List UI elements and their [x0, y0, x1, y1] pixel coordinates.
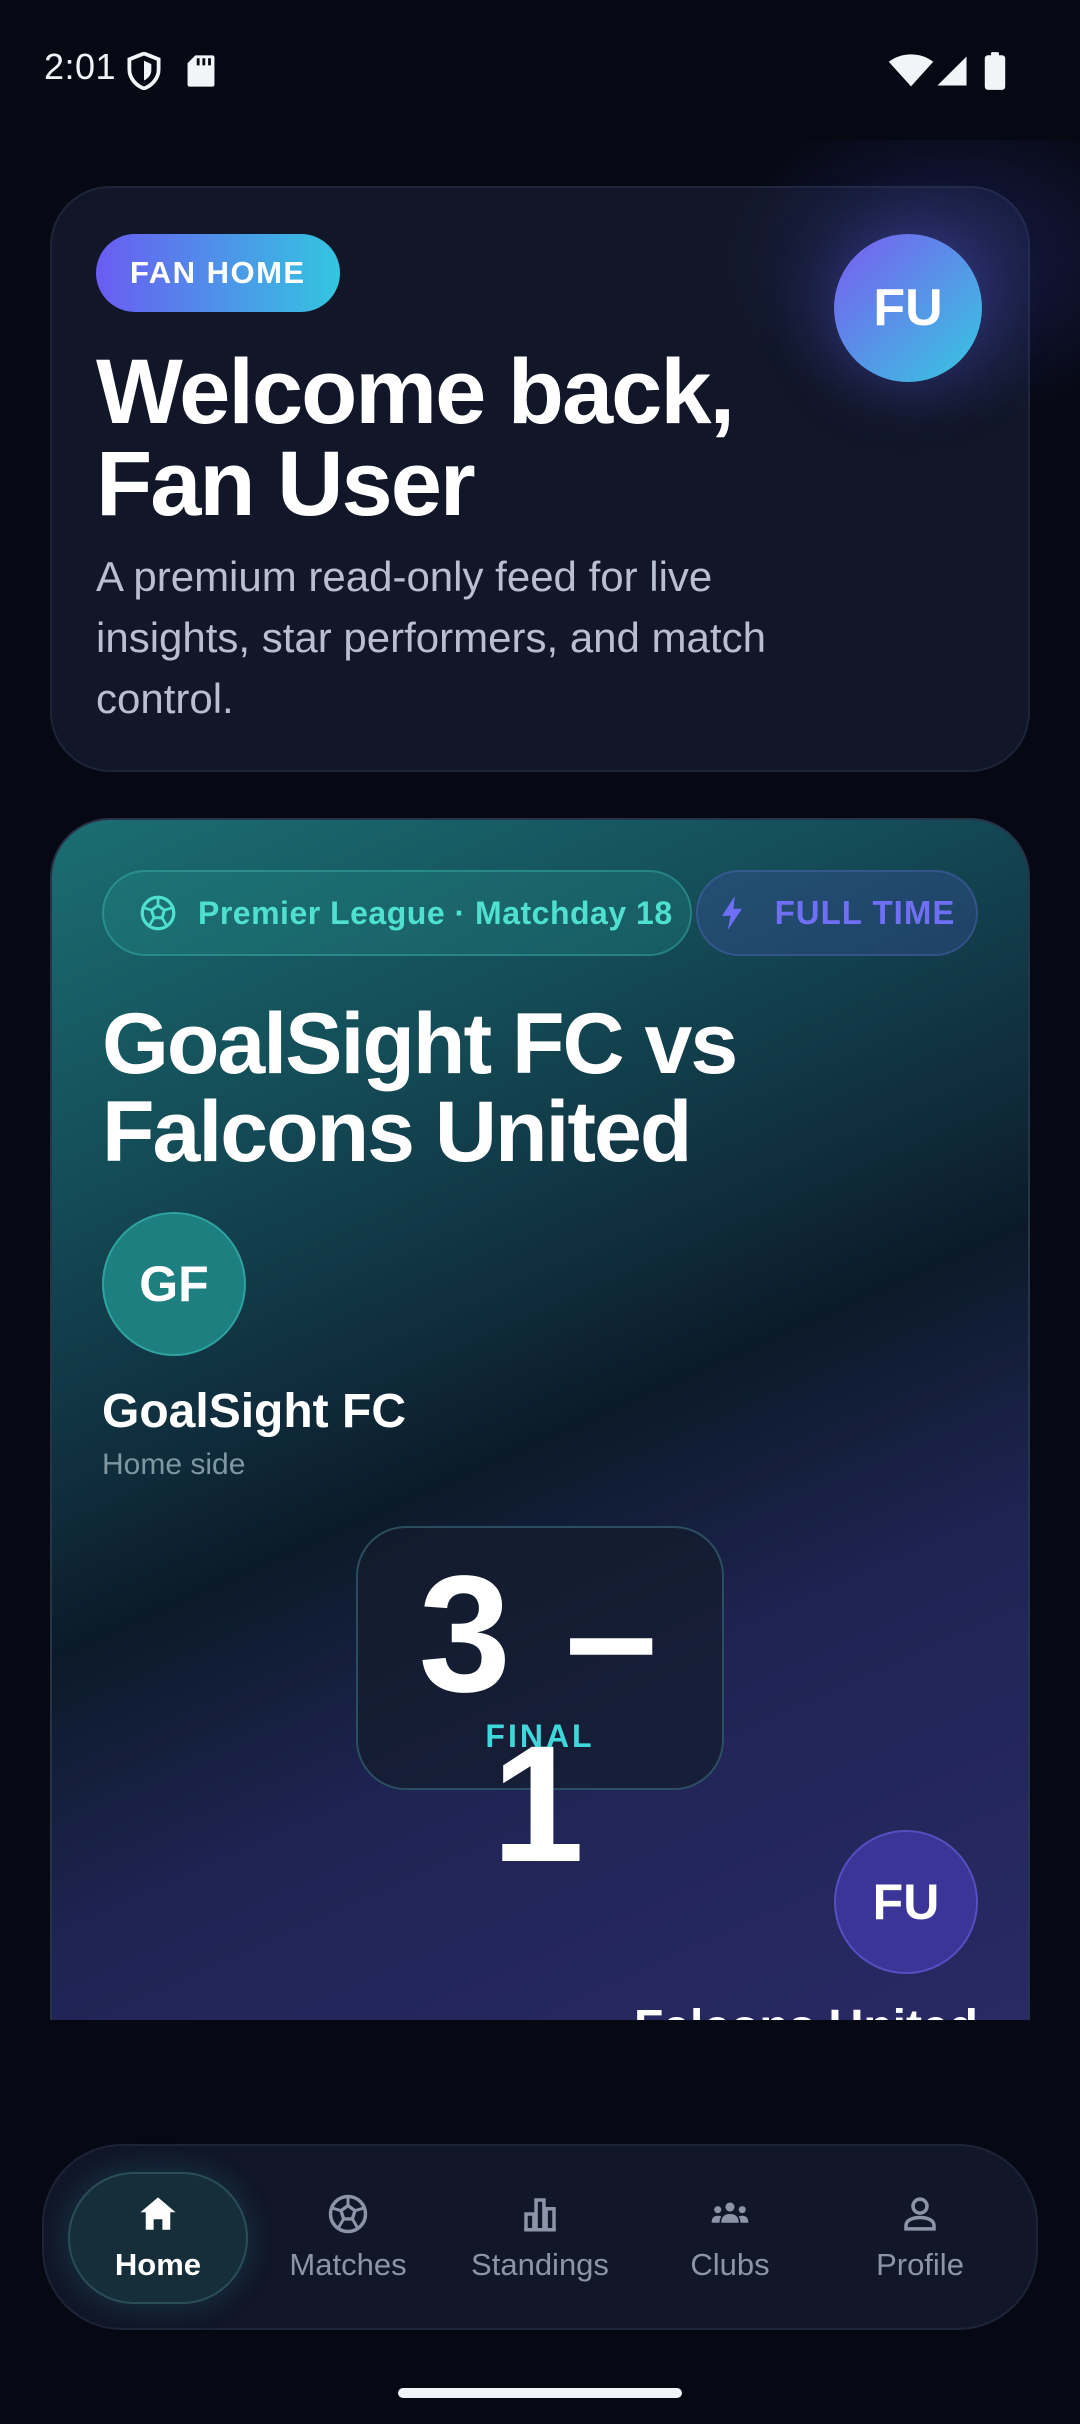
bolt-icon [721, 896, 742, 930]
league-pill: Premier League · Matchday 18 [102, 870, 692, 956]
nav-label-matches: Matches [289, 2247, 407, 2282]
nav-label-standings: Standings [471, 2247, 609, 2282]
nav-item-standings[interactable]: Standings [450, 2172, 630, 2304]
score-status: FINAL [485, 1718, 595, 1754]
home-team-name: GoalSight FC [102, 1385, 406, 1438]
nav-item-home[interactable]: Home [68, 2172, 248, 2304]
home-icon [140, 2197, 176, 2230]
match-status-label: FULL TIME [774, 894, 956, 931]
bar-chart-icon [524, 2198, 556, 2232]
match-title-line2: Falcons United [102, 1084, 692, 1180]
signal-icon [937, 56, 967, 86]
home-team-role: Home side [102, 1448, 246, 1481]
nav-label-profile: Profile [876, 2247, 964, 2282]
home-indicator[interactable] [398, 2388, 682, 2398]
fan-home-badge: FAN HOME [96, 234, 340, 312]
home-team-avatar: GF [102, 1212, 246, 1356]
welcome-title-line1: Welcome back, [96, 341, 735, 443]
nav-label-clubs: Clubs [690, 2247, 770, 2282]
nav-item-profile[interactable]: Profile [830, 2172, 1010, 2304]
nav-item-clubs[interactable]: Clubs [640, 2172, 820, 2304]
sd-card-icon [187, 55, 215, 87]
match-title: GoalSight FC vs Falcons United [102, 1000, 962, 1176]
shield-icon [127, 52, 161, 90]
welcome-title: Welcome back, Fan User [96, 346, 796, 530]
match-title-line1: GoalSight FC vs [102, 996, 738, 1092]
soccer-ball-icon [140, 895, 176, 931]
wifi-icon [888, 54, 934, 87]
match-status-pill: FULL TIME [696, 870, 978, 956]
welcome-subtitle: A premium read-only feed for live insigh… [96, 553, 766, 722]
battery-icon [984, 52, 1006, 90]
groups-icon [711, 2202, 749, 2223]
soccer-ball-icon [328, 2194, 368, 2234]
nav-item-matches[interactable]: Matches [258, 2172, 438, 2304]
league-label: Premier League · Matchday 18 [198, 894, 673, 931]
status-time: 2:01 [44, 46, 117, 87]
nav-label-home: Home [114, 2247, 202, 2282]
user-avatar[interactable]: FU [834, 234, 982, 382]
welcome-title-line2: Fan User [96, 433, 476, 535]
away-team-avatar: FU [834, 1830, 978, 1974]
person-icon [904, 2197, 936, 2231]
